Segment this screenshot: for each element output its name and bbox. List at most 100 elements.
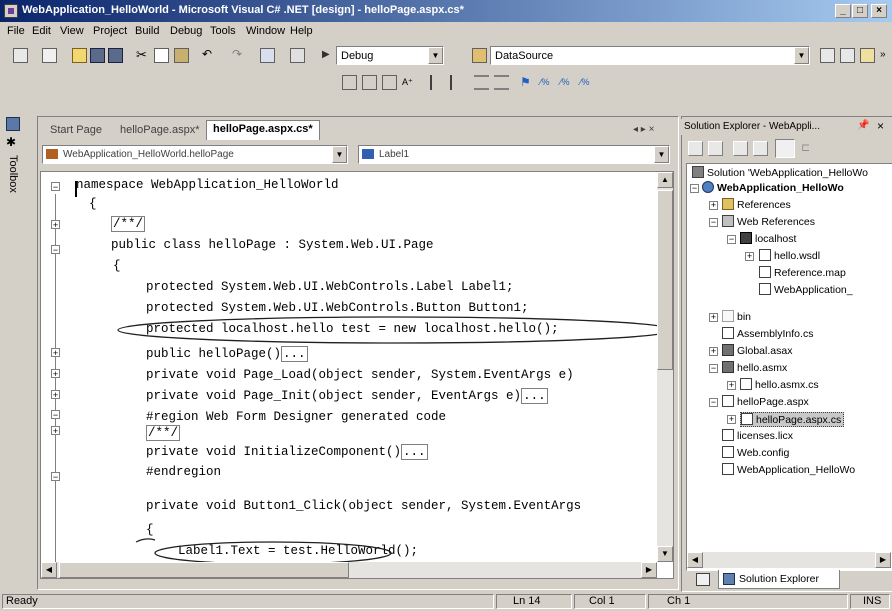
nav-forward-icon[interactable] bbox=[290, 48, 305, 63]
solution-tree[interactable]: Solution 'WebApplication_HelloWo − WebAp… bbox=[686, 163, 892, 571]
member-combo[interactable]: Label1 ▼ bbox=[358, 145, 670, 164]
scroll-up-icon[interactable]: ▲ bbox=[657, 172, 673, 188]
refresh-icon[interactable] bbox=[733, 141, 748, 156]
tree-assemblyinfo[interactable]: AssemblyInfo.cs bbox=[722, 327, 813, 340]
chevron-down-icon[interactable]: ▼ bbox=[794, 47, 809, 64]
chevron-down-icon[interactable]: ▼ bbox=[428, 47, 443, 64]
tree-hellopage-aspx[interactable]: helloPage.aspx bbox=[722, 395, 809, 408]
tree-hello-asmx[interactable]: hello.asmx bbox=[722, 361, 787, 374]
tab-start-page[interactable]: Start Page bbox=[44, 122, 108, 140]
tree-expand-icon[interactable]: + bbox=[709, 347, 718, 356]
vertical-scrollbar[interactable]: ▲ ▼ bbox=[657, 172, 673, 562]
display-object-icon[interactable] bbox=[342, 75, 357, 90]
solution-explorer-titlebar[interactable]: Solution Explorer - WebAppli... 📌 × bbox=[681, 119, 892, 135]
view-designer-icon[interactable] bbox=[708, 141, 723, 156]
horizontal-scroll-thumb[interactable] bbox=[59, 562, 349, 578]
menu-view[interactable]: View bbox=[60, 25, 84, 37]
menu-build[interactable]: Build bbox=[135, 25, 159, 37]
tree-hello-asmx-cs[interactable]: hello.asmx.cs bbox=[740, 378, 819, 391]
solution-explorer-icon[interactable] bbox=[820, 48, 835, 63]
menu-help[interactable]: Help bbox=[290, 25, 313, 37]
decrease-indent-icon[interactable] bbox=[430, 75, 445, 90]
properties-icon[interactable] bbox=[840, 48, 855, 63]
undo-icon[interactable]: ↶ bbox=[202, 48, 217, 63]
quick-info-icon[interactable] bbox=[382, 75, 397, 90]
chevron-down-icon[interactable]: ▼ bbox=[332, 146, 347, 163]
tree-solution[interactable]: Solution 'WebApplication_HelloWo bbox=[692, 166, 868, 179]
menu-project[interactable]: Project bbox=[93, 25, 127, 37]
menu-edit[interactable]: Edit bbox=[32, 25, 51, 37]
scroll-right-icon[interactable]: ▶ bbox=[875, 552, 891, 568]
find-combo[interactable]: DataSource ▼ bbox=[490, 46, 810, 65]
maximize-button[interactable]: □ bbox=[852, 4, 868, 18]
menu-window[interactable]: Window bbox=[246, 25, 285, 37]
tab-hellopage-aspx[interactable]: helloPage.aspx* bbox=[114, 122, 206, 140]
class-view-tab-icon[interactable] bbox=[696, 573, 710, 586]
pin-icon[interactable]: 📌 bbox=[857, 120, 869, 131]
solution-config-combo[interactable]: Debug ▼ bbox=[336, 46, 444, 65]
scroll-right-icon[interactable]: ▶ bbox=[641, 562, 657, 578]
tree-collapse-icon[interactable]: − bbox=[709, 218, 718, 227]
collapse-icon[interactable]: ⊏ bbox=[801, 141, 816, 156]
tree-collapse-icon[interactable]: − bbox=[727, 235, 736, 244]
scroll-left-icon[interactable]: ◀ bbox=[687, 552, 703, 568]
code-editor[interactable]: − + − + + + − + − namespace WebApplicati… bbox=[40, 171, 674, 579]
tree-webapp-file[interactable]: WebApplication_HelloWo bbox=[722, 463, 855, 476]
tree-collapse-icon[interactable]: − bbox=[709, 364, 718, 373]
title-bar[interactable]: WebApplication_HelloWorld - Microsoft Vi… bbox=[0, 0, 892, 22]
minimize-button[interactable]: _ bbox=[835, 4, 851, 18]
increase-indent-icon[interactable] bbox=[450, 75, 465, 90]
save-all-icon[interactable] bbox=[108, 48, 123, 63]
scroll-down-icon[interactable]: ▼ bbox=[657, 546, 673, 562]
class-combo[interactable]: WebApplication_HelloWorld.helloPage ▼ bbox=[42, 145, 348, 164]
nav-back-icon[interactable] bbox=[260, 48, 275, 63]
tree-expand-icon[interactable]: + bbox=[709, 201, 718, 210]
menu-tools[interactable]: Tools bbox=[210, 25, 236, 37]
tree-global-asax[interactable]: Global.asax bbox=[722, 344, 792, 357]
new-project-icon[interactable] bbox=[13, 48, 28, 63]
copy-icon[interactable] bbox=[154, 48, 169, 63]
tree-localhost[interactable]: localhost bbox=[740, 232, 796, 245]
close-icon[interactable]: × bbox=[877, 119, 884, 133]
word-completion-icon[interactable]: A⁺ bbox=[402, 75, 417, 90]
clear-bookmarks-icon[interactable]: ⁄% bbox=[580, 75, 595, 90]
tree-references[interactable]: References bbox=[722, 198, 791, 211]
more-icon[interactable]: » bbox=[880, 48, 892, 63]
tree-project[interactable]: WebApplication_HelloWo bbox=[702, 181, 844, 194]
toolbox-tab[interactable]: Toolbox bbox=[7, 155, 19, 193]
tab-hellopage-aspx-cs[interactable]: helloPage.aspx.cs* bbox=[206, 120, 320, 140]
next-bookmark-icon[interactable]: ⁄% bbox=[540, 75, 555, 90]
tree-webapp-ref[interactable]: WebApplication_ bbox=[759, 283, 853, 296]
redo-icon[interactable]: ↷ bbox=[232, 48, 247, 63]
vertical-scroll-thumb[interactable] bbox=[657, 190, 673, 370]
tree-reference-map[interactable]: Reference.map bbox=[759, 266, 846, 279]
comment-icon[interactable] bbox=[474, 75, 489, 90]
tree-licenses[interactable]: licenses.licx bbox=[722, 429, 793, 442]
visual-studio-icon[interactable] bbox=[4, 4, 18, 18]
view-code-icon[interactable] bbox=[688, 141, 703, 156]
menu-file[interactable]: File bbox=[7, 25, 25, 37]
tree-hello-wsdl[interactable]: hello.wsdl bbox=[759, 249, 820, 262]
tree-collapse-icon[interactable]: − bbox=[709, 398, 718, 407]
tab-navigation[interactable]: ◂ ▸ × bbox=[633, 124, 654, 135]
tree-expand-icon[interactable]: + bbox=[727, 381, 736, 390]
tree-expand-icon[interactable]: + bbox=[709, 313, 718, 322]
tree-expand-icon[interactable]: + bbox=[727, 415, 736, 424]
horizontal-scrollbar[interactable]: ◀ ▶ bbox=[41, 562, 657, 578]
menu-debug[interactable]: Debug bbox=[170, 25, 202, 37]
toolbox-icon[interactable] bbox=[860, 48, 875, 63]
prev-bookmark-icon[interactable]: ⁄% bbox=[560, 75, 575, 90]
bookmark-icon[interactable]: ⚑ bbox=[520, 75, 535, 90]
solution-explorer-tab[interactable]: Solution Explorer bbox=[718, 570, 840, 589]
find-in-files-icon[interactable] bbox=[472, 48, 487, 63]
add-item-icon[interactable] bbox=[42, 48, 57, 63]
toolbox-icon[interactable]: ✱ bbox=[6, 135, 20, 149]
server-explorer-icon[interactable] bbox=[6, 117, 20, 131]
tree-collapse-icon[interactable]: − bbox=[690, 184, 699, 193]
open-file-icon[interactable] bbox=[72, 48, 87, 63]
display-params-icon[interactable] bbox=[362, 75, 377, 90]
start-icon[interactable]: ▶ bbox=[322, 48, 337, 63]
tree-web-references[interactable]: Web References bbox=[722, 215, 815, 228]
tree-web-config[interactable]: Web.config bbox=[722, 446, 789, 459]
close-button[interactable]: × bbox=[871, 4, 887, 18]
